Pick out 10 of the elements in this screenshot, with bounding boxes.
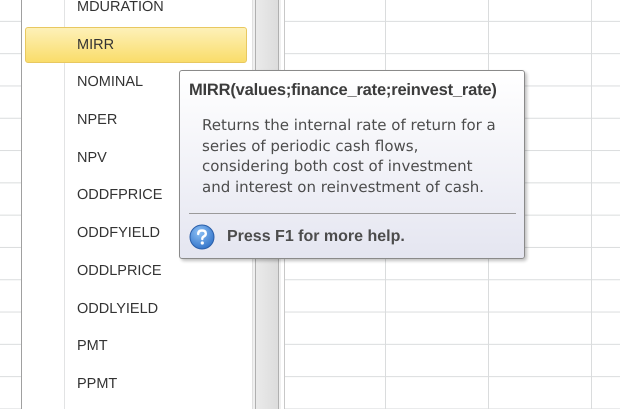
function-item[interactable]: ODDLYIELD <box>25 290 247 326</box>
function-item[interactable]: MIRR <box>25 26 247 63</box>
function-item[interactable]: PPMT <box>25 366 247 402</box>
function-item[interactable]: ODDLPRICE <box>25 252 247 289</box>
function-signature: MIRR(values;finance_rate;reinvest_rate) <box>189 81 498 100</box>
help-hint: Press F1 for more help. <box>227 228 405 246</box>
function-item[interactable]: PMT <box>25 328 247 364</box>
function-item[interactable]: MDURATION <box>25 0 247 25</box>
function-description: Returns the internal rate of return for a series of periodic cash flows, considering both cost of investment and interest on reinvestment of cash. <box>202 115 497 197</box>
help-icon <box>189 224 215 250</box>
